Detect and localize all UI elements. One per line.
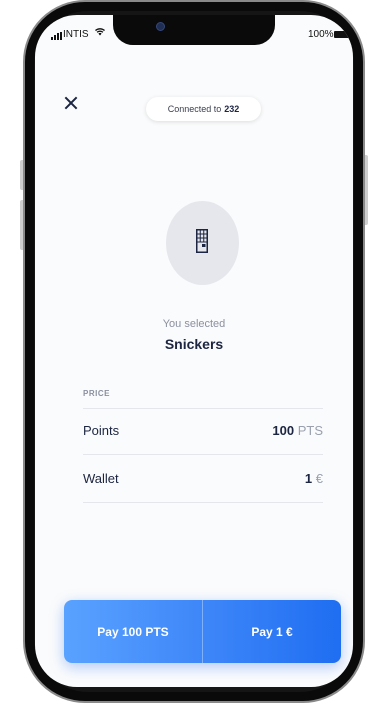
product-avatar bbox=[166, 201, 239, 285]
payment-actions: Pay 100 PTS Pay 1 € bbox=[64, 600, 341, 663]
app-screen: INTIS 9:41 AM 100% Connected to 232 You … bbox=[35, 15, 353, 687]
phone-notch bbox=[113, 15, 275, 45]
wallet-unit: € bbox=[315, 471, 323, 486]
price-divider-middle bbox=[83, 454, 323, 455]
signal-icon bbox=[51, 32, 62, 40]
battery-icon bbox=[334, 31, 351, 38]
pay-wallet-button[interactable]: Pay 1 € bbox=[203, 600, 341, 663]
price-section-title: PRICE bbox=[83, 389, 110, 398]
pay-points-button[interactable]: Pay 100 PTS bbox=[64, 600, 202, 663]
product-name: Snickers bbox=[164, 336, 224, 352]
points-amount: 100 bbox=[272, 423, 295, 438]
price-row-value-points: 100 PTS bbox=[272, 423, 323, 438]
machine-id: 232 bbox=[224, 104, 240, 114]
connection-label: Connected to bbox=[167, 104, 222, 114]
price-divider-bottom bbox=[83, 502, 323, 503]
battery-percentage: 100% bbox=[308, 29, 334, 40]
price-row-value-wallet: 1 € bbox=[305, 471, 323, 486]
price-row-label-points: Points bbox=[83, 423, 120, 438]
price-divider-top bbox=[83, 408, 323, 409]
camera-icon bbox=[156, 22, 165, 31]
wallet-amount: 1 bbox=[304, 471, 313, 486]
price-row-label-wallet: Wallet bbox=[83, 471, 119, 486]
points-unit: PTS bbox=[297, 423, 323, 438]
chocolate-bar-icon bbox=[196, 229, 208, 253]
close-icon[interactable] bbox=[64, 96, 78, 110]
connection-badge: Connected to 232 bbox=[146, 97, 261, 121]
selection-caption: You selected bbox=[162, 318, 226, 330]
